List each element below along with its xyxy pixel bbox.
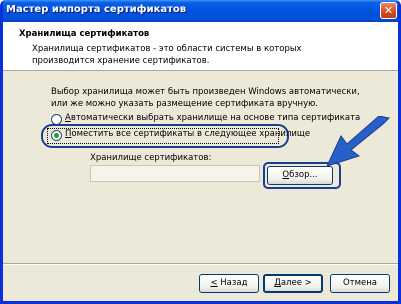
cancel-button[interactable]: Отмена xyxy=(330,274,390,293)
footer-separator xyxy=(3,263,398,265)
radio-auto-label: Автоматически выбрать хранилище на основ… xyxy=(65,113,361,123)
store-input[interactable] xyxy=(90,165,260,182)
certificate-import-wizard-window: Мастер импорта сертификатов ✕ Хранилища … xyxy=(0,0,401,304)
page-description: Хранилища сертификатов - это области сис… xyxy=(32,44,302,66)
next-button[interactable]: Далее > xyxy=(263,274,323,293)
intro-text: Выбор хранилища может быть произведен Wi… xyxy=(51,87,360,109)
close-icon: ✕ xyxy=(383,4,394,17)
wizard-header: Хранилища сертификатов Хранилища сертифи… xyxy=(3,22,398,71)
page-title: Хранилища сертификатов xyxy=(19,29,150,39)
arrow-icon xyxy=(326,116,391,167)
radio-manual-label: Поместить все сертификаты в следующее хр… xyxy=(65,129,311,139)
close-button[interactable]: ✕ xyxy=(380,2,397,19)
back-button[interactable]: < Назад xyxy=(199,274,259,293)
radio-button-manual[interactable] xyxy=(51,130,62,141)
window-title: Мастер импорта сертификатов xyxy=(6,4,187,15)
store-label: Хранилище сертификатов: xyxy=(90,153,212,163)
title-bar: Мастер импорта сертификатов ✕ xyxy=(3,0,398,22)
